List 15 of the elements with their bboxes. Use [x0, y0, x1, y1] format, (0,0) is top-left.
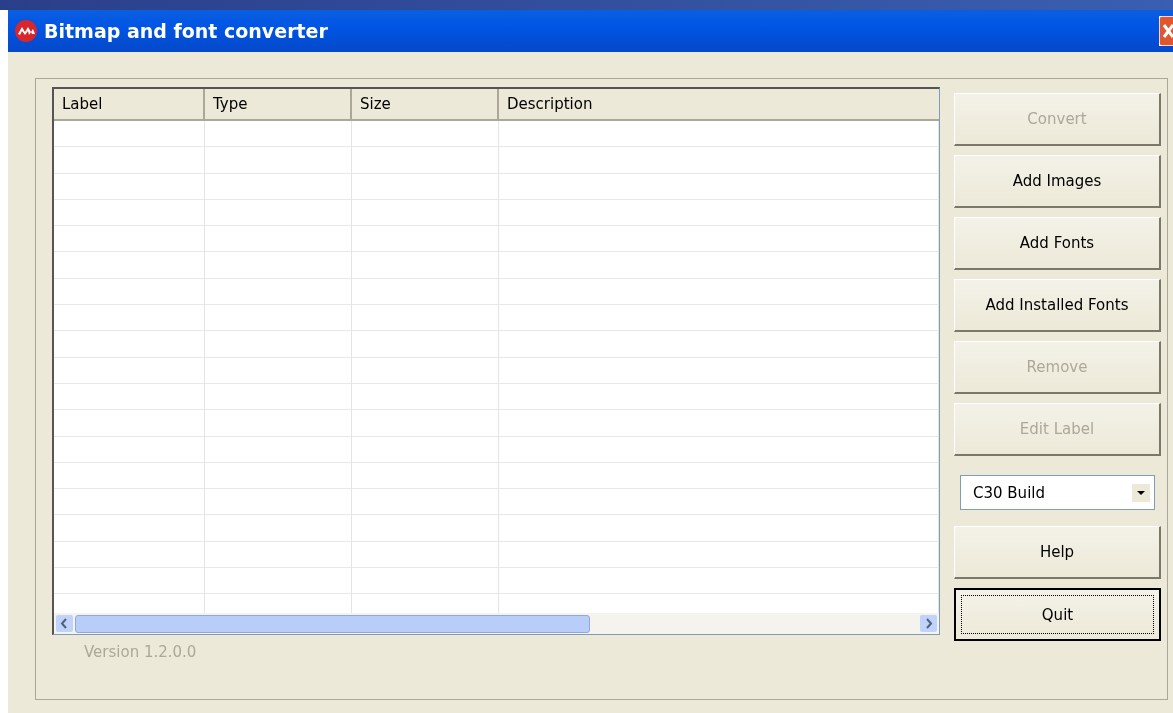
- horizontal-scrollbar[interactable]: [54, 613, 939, 634]
- action-button[interactable]: Add Fonts: [954, 217, 1161, 270]
- build-dropdown[interactable]: C30 Build: [960, 475, 1155, 510]
- scroll-left-icon[interactable]: [56, 615, 73, 632]
- version-label: Version 1.2.0.0: [83, 642, 198, 661]
- action-button[interactable]: Quit: [954, 588, 1161, 641]
- window-title: Bitmap and font converter: [44, 20, 328, 42]
- action-button[interactable]: Add Images: [954, 155, 1161, 208]
- logo-icon: [14, 19, 38, 43]
- action-button[interactable]: Help: [954, 526, 1161, 579]
- scroll-thumb[interactable]: [75, 614, 590, 633]
- close-icon[interactable]: [1159, 16, 1173, 46]
- file-list[interactable]: Label Type Size Description: [52, 87, 940, 635]
- scroll-right-icon[interactable]: [920, 615, 937, 632]
- action-button[interactable]: Add Installed Fonts: [954, 279, 1161, 332]
